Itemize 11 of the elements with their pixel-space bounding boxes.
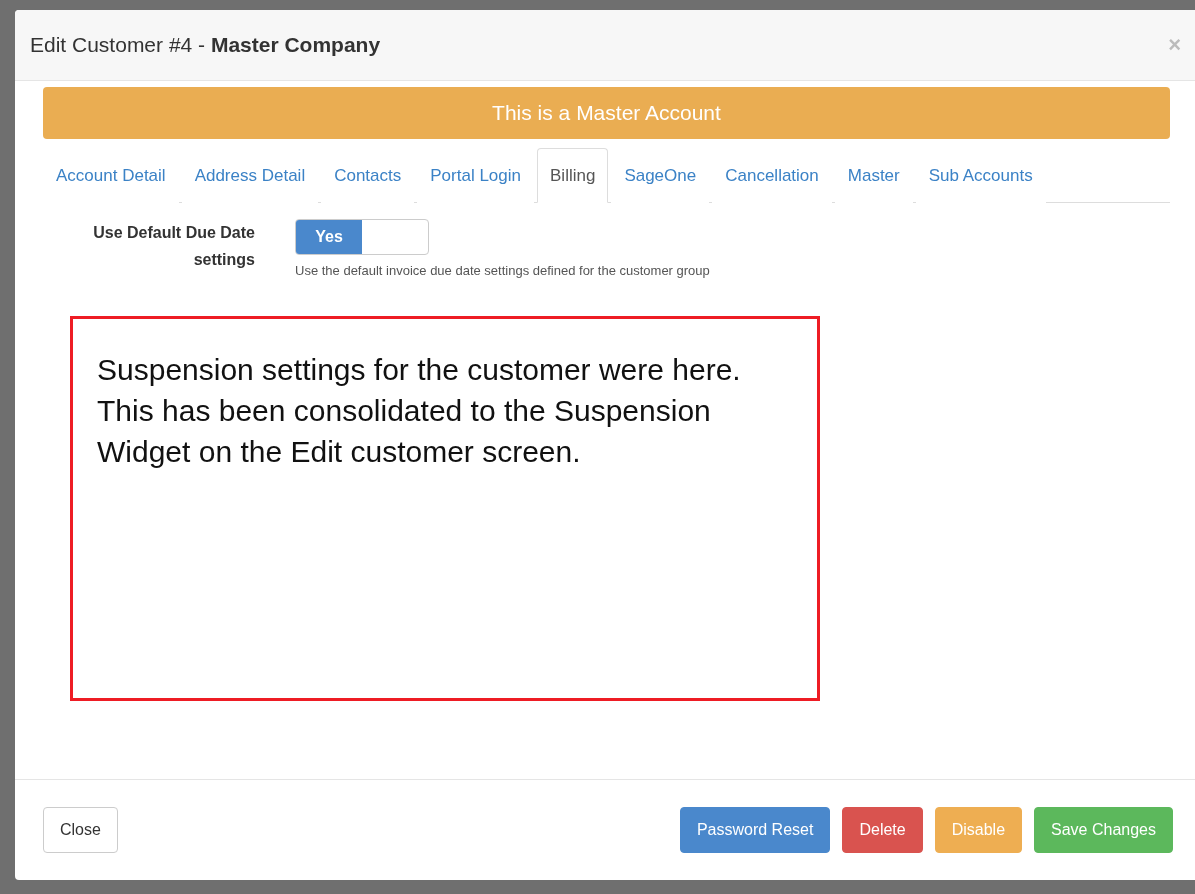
help-text: Use the default invoice due date settings defined for the customer group xyxy=(295,263,710,278)
master-account-banner: This is a Master Account xyxy=(43,87,1170,139)
tab[interactable]: Billing xyxy=(537,148,609,203)
footer-button[interactable]: Save Changes xyxy=(1034,807,1173,853)
footer-button[interactable]: Delete xyxy=(842,807,923,853)
close-button[interactable]: Close xyxy=(43,807,118,853)
dialog-title: Edit Customer #4 - Master Company xyxy=(30,33,381,57)
footer-button[interactable]: Password Reset xyxy=(679,807,831,853)
annotation-note: Suspension settings for the customer were here. This has been consolidated to the Suspension Widget on the Edit customer screen. xyxy=(70,316,820,701)
setting-label: Use Default Due Date settings xyxy=(92,223,256,270)
toggle-switch[interactable]: Yes xyxy=(295,219,429,255)
